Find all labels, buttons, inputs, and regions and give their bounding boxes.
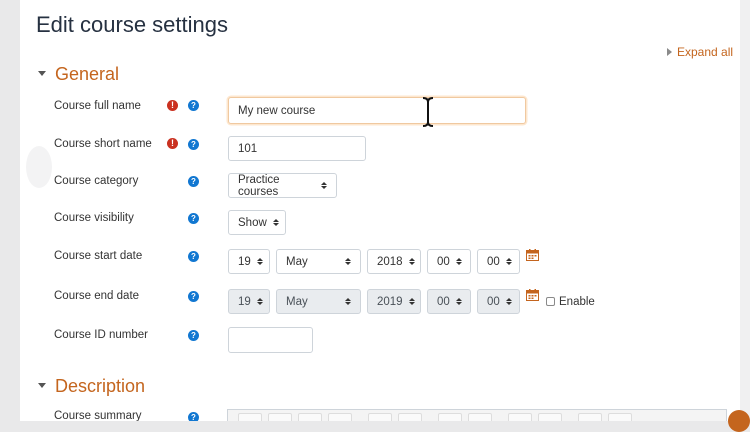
select-arrows-icon [272,218,279,227]
end-month-select[interactable]: May [276,289,361,314]
required-exclamation-icon: ! [167,138,178,149]
start-month-value: May [286,255,308,268]
select-arrows-icon [455,297,462,306]
editor-button[interactable] [508,413,532,421]
editor-button[interactable] [368,413,392,421]
select-arrows-icon [455,257,462,266]
start-day-select[interactable]: 19 [228,249,270,274]
editor-button[interactable] [398,413,422,421]
end-year-value: 2019 [377,295,403,308]
course-settings-page: Edit course settings Expand all General … [20,0,740,421]
category-label: Course category [54,175,139,187]
summary-label: Course summary [54,410,142,421]
start-minute-select[interactable]: 00 [477,249,520,274]
summary-editor-toolbar [227,409,727,421]
select-arrows-icon [505,257,512,266]
help-question-icon[interactable]: ? [188,251,199,262]
editor-button[interactable] [468,413,492,421]
end-minute-value: 00 [487,295,500,308]
editor-button[interactable] [238,413,262,421]
end-day-value: 19 [238,295,251,308]
editor-button[interactable] [608,413,632,421]
page-title: Edit course settings [36,12,228,37]
select-arrows-icon [505,297,512,306]
page-edge-strip [740,0,750,421]
text-cursor-icon [422,97,434,127]
help-question-icon[interactable]: ? [188,412,199,421]
end-day-select[interactable]: 19 [228,289,270,314]
end-date-enable-label: Enable [559,296,595,308]
end-date-enable-checkbox[interactable] [546,297,555,306]
expand-all-link[interactable]: Expand all [667,45,733,59]
calendar-icon[interactable] [526,249,539,261]
start-hour-value: 00 [437,255,450,268]
start-year-value: 2018 [377,255,403,268]
start-minute-value: 00 [487,255,500,268]
editor-button[interactable] [438,413,462,421]
select-arrows-icon [345,297,351,306]
expand-triangle-icon [667,48,672,56]
editor-button[interactable] [298,413,322,421]
short-name-input[interactable]: 101 [228,136,366,161]
required-exclamation-icon: ! [167,100,178,111]
select-arrows-icon [408,297,415,306]
section-description-toggle[interactable]: Description [38,376,145,397]
section-general-title: General [55,64,120,84]
end-hour-value: 00 [437,295,450,308]
expand-all-label: Expand all [677,45,734,59]
end-hour-select[interactable]: 00 [427,289,471,314]
visibility-label: Course visibility [54,212,134,224]
category-selected: Practice courses [238,173,280,198]
help-question-icon[interactable]: ? [188,213,199,224]
end-date-label: Course end date [54,290,140,302]
id-number-label: Course ID number [54,329,148,341]
calendar-icon[interactable] [526,289,539,301]
short-name-value: 101 [238,142,258,155]
start-date-label: Course start date [54,250,143,262]
visibility-selected: Show [238,216,267,229]
help-question-icon[interactable]: ? [188,100,199,111]
start-hour-select[interactable]: 00 [427,249,471,274]
edge-shadow [26,146,52,188]
full-name-value: My new course [238,104,316,117]
select-arrows-icon [256,297,263,306]
id-number-input[interactable] [228,327,313,353]
end-month-value: May [286,295,308,308]
category-select[interactable]: Practice courses [228,173,337,198]
start-month-select[interactable]: May [276,249,361,274]
full-name-label: Course full name [54,100,141,112]
help-question-icon[interactable]: ? [188,291,199,302]
help-question-icon[interactable]: ? [188,139,199,150]
help-question-icon[interactable]: ? [188,330,199,341]
floating-action-button[interactable] [728,410,750,432]
end-minute-select[interactable]: 00 [477,289,520,314]
start-day-value: 19 [238,255,251,268]
select-arrows-icon [345,257,351,266]
section-description-title: Description [55,376,146,396]
help-question-icon[interactable]: ? [188,176,199,187]
editor-button[interactable] [268,413,292,421]
select-arrows-icon [408,257,415,266]
section-general-toggle[interactable]: General [38,64,119,85]
visibility-select[interactable]: Show [228,210,286,235]
editor-button[interactable] [578,413,602,421]
full-name-input[interactable]: My new course [228,97,526,124]
select-arrows-icon [321,181,327,190]
chevron-down-icon [38,71,46,76]
select-arrows-icon [256,257,263,266]
chevron-down-icon [38,383,46,388]
editor-button[interactable] [328,413,352,421]
short-name-label: Course short name [54,138,152,150]
start-year-select[interactable]: 2018 [367,249,421,274]
end-year-select[interactable]: 2019 [367,289,421,314]
editor-button[interactable] [538,413,562,421]
